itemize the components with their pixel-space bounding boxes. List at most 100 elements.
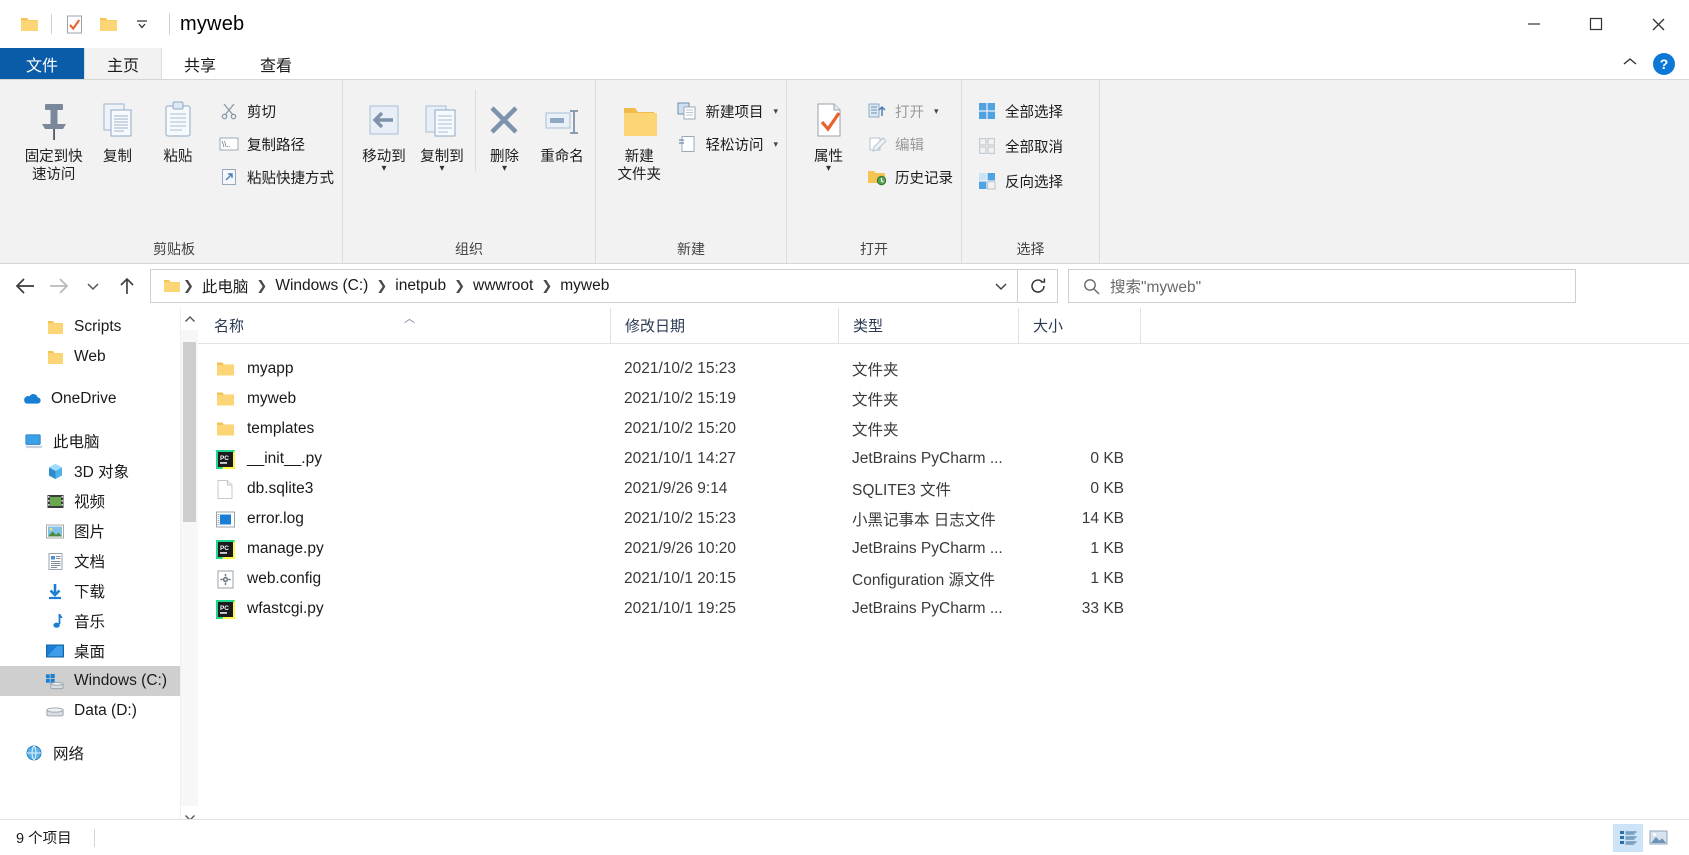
copy-path-label: 复制路径: [246, 137, 305, 154]
open-button[interactable]: 打开 ▾: [866, 98, 957, 124]
properties-button[interactable]: 属性 ▾: [799, 90, 858, 174]
sidebar-item-web[interactable]: Web: [0, 342, 198, 372]
search-input[interactable]: 搜索"myweb": [1110, 275, 1201, 297]
delete-button[interactable]: 删除 ▾: [474, 90, 533, 174]
breadcrumb[interactable]: ❯ 此电脑 ❯ Windows (C:) ❯ inetpub ❯ wwwroot…: [150, 269, 1018, 303]
copy-button[interactable]: 复制: [87, 90, 147, 166]
forward-button[interactable]: [42, 269, 76, 303]
new-item-button[interactable]: 新建项目 ▾: [676, 98, 782, 124]
tab-home[interactable]: 主页: [84, 48, 163, 79]
large-icons-view-button[interactable]: [1643, 824, 1673, 852]
recent-locations-button[interactable]: [76, 269, 110, 303]
tab-file[interactable]: 文件: [0, 48, 85, 79]
navigation-scrollbar[interactable]: [180, 308, 198, 828]
history-icon: [866, 166, 888, 188]
close-button[interactable]: [1627, 0, 1689, 48]
edit-label: 编辑: [895, 137, 924, 154]
sidebar-item-documents[interactable]: 文档: [0, 546, 198, 576]
table-row[interactable]: PC manage.py 2021/9/26 10:20 JetBrains P…: [198, 534, 1689, 564]
properties-caret-icon[interactable]: ▾: [826, 164, 831, 174]
qat-new-folder-icon[interactable]: [91, 7, 125, 41]
sidebar-item-network[interactable]: 网络: [0, 738, 198, 768]
open-caret-icon[interactable]: ▾: [934, 106, 939, 117]
maximize-button[interactable]: [1565, 0, 1627, 48]
sidebar-item-windows-c[interactable]: Windows (C:): [0, 666, 198, 696]
file-date: 2021/9/26 10:20: [624, 540, 737, 557]
easy-access-caret-icon[interactable]: ▾: [773, 139, 778, 150]
open-icon: [866, 100, 888, 122]
tab-view[interactable]: 查看: [238, 48, 315, 79]
help-icon[interactable]: ?: [1653, 52, 1675, 75]
pycharm-icon: PC: [214, 598, 236, 620]
breadcrumb-item-4[interactable]: myweb: [554, 277, 615, 295]
chevron-up-icon[interactable]: [1621, 55, 1639, 73]
paste-shortcut-button[interactable]: 粘贴快捷方式: [218, 164, 338, 190]
paste-button[interactable]: 粘贴: [148, 90, 208, 166]
up-button[interactable]: [110, 269, 144, 303]
file-size: 0 KB: [1090, 480, 1124, 497]
copy-to-button[interactable]: 复制到 ▾: [413, 90, 471, 174]
sidebar-item-downloads[interactable]: 下载: [0, 576, 198, 606]
copy-to-caret-icon[interactable]: ▾: [439, 164, 444, 174]
back-button[interactable]: [8, 269, 42, 303]
breadcrumb-item-3[interactable]: wwwroot: [467, 277, 539, 295]
easy-access-label: 轻松访问: [705, 137, 764, 154]
select-none-button[interactable]: 全部取消: [976, 133, 1067, 159]
scroll-up-button[interactable]: [181, 308, 198, 330]
file-name-cell: web.config: [198, 564, 610, 594]
column-name[interactable]: ︿ 名称: [198, 308, 610, 344]
column-type[interactable]: 类型: [838, 307, 1018, 344]
cut-button[interactable]: 剪切: [218, 98, 338, 124]
history-button[interactable]: 历史记录: [866, 164, 957, 190]
column-date-modified[interactable]: 修改日期: [610, 307, 838, 344]
sidebar-item-desktop[interactable]: 桌面: [0, 636, 198, 666]
table-row[interactable]: PC __init__.py 2021/10/1 14:27 JetBrains…: [198, 444, 1689, 474]
sidebar-item-onedrive[interactable]: OneDrive: [0, 384, 198, 414]
minimize-button[interactable]: [1503, 0, 1565, 48]
sidebar-item-videos[interactable]: 视频: [0, 486, 198, 516]
breadcrumb-item-2[interactable]: inetpub: [389, 277, 452, 295]
table-row[interactable]: myweb 2021/10/2 15:19 文件夹: [198, 384, 1689, 414]
move-to-button[interactable]: 移动到 ▾: [355, 90, 413, 174]
pin-to-quick-access-button[interactable]: 固定到快 速访问: [20, 90, 87, 184]
table-row[interactable]: PC wfastcgi.py 2021/10/1 19:25 JetBrains…: [198, 594, 1689, 624]
search-box[interactable]: 搜索"myweb": [1068, 269, 1576, 303]
details-view-button[interactable]: [1613, 823, 1643, 852]
sidebar-item-this-pc[interactable]: 此电脑: [0, 426, 198, 456]
table-row[interactable]: error.log 2021/10/2 15:23 小黑记事本 日志文件 14 …: [198, 504, 1689, 534]
move-to-caret-icon[interactable]: ▾: [381, 164, 386, 174]
new-item-caret-icon[interactable]: ▾: [773, 106, 778, 117]
file-name-cell: myapp: [198, 354, 610, 384]
pycharm-icon: PC: [214, 538, 236, 560]
sidebar-item-data-d[interactable]: Data (D:): [0, 696, 198, 726]
copy-path-button[interactable]: \\.. 复制路径: [218, 131, 338, 157]
invert-selection-button[interactable]: 反向选择: [976, 168, 1067, 194]
file-size: [1018, 414, 1140, 444]
refresh-button[interactable]: [1018, 269, 1058, 303]
select-all-button[interactable]: 全部选择: [976, 98, 1067, 124]
breadcrumb-dropdown-icon[interactable]: [985, 270, 1017, 302]
qat-customize-dropdown[interactable]: [125, 7, 159, 41]
table-row[interactable]: myapp 2021/10/2 15:23 文件夹: [198, 354, 1689, 384]
tab-share[interactable]: 共享: [162, 48, 239, 79]
table-row[interactable]: db.sqlite3 2021/9/26 9:14 SQLITE3 文件 0 K…: [198, 474, 1689, 504]
rename-button[interactable]: 重命名: [533, 90, 591, 166]
table-row[interactable]: templates 2021/10/2 15:20 文件夹: [198, 414, 1689, 444]
videos-icon: [45, 491, 65, 511]
edit-button[interactable]: 编辑: [866, 131, 957, 157]
scrollbar-thumb[interactable]: [183, 342, 196, 522]
sidebar-item-scripts[interactable]: Scripts: [0, 312, 198, 342]
sidebar-item-pictures[interactable]: 图片: [0, 516, 198, 546]
new-folder-button[interactable]: 新建 文件夹: [608, 90, 670, 184]
sidebar-item-music[interactable]: 音乐: [0, 606, 198, 636]
easy-access-button[interactable]: 轻松访问 ▾: [676, 131, 782, 157]
sidebar-item-3d-objects[interactable]: 3D 对象: [0, 456, 198, 486]
column-size[interactable]: 大小: [1018, 307, 1140, 344]
qat-folder-icon[interactable]: [12, 7, 46, 41]
delete-caret-icon[interactable]: ▾: [502, 164, 507, 174]
breadcrumb-item-1[interactable]: Windows (C:): [269, 277, 374, 295]
breadcrumb-item-0[interactable]: 此电脑: [196, 275, 255, 297]
onedrive-icon: [22, 389, 42, 409]
qat-properties-icon[interactable]: [57, 7, 91, 41]
table-row[interactable]: web.config 2021/10/1 20:15 Configuration…: [198, 564, 1689, 594]
